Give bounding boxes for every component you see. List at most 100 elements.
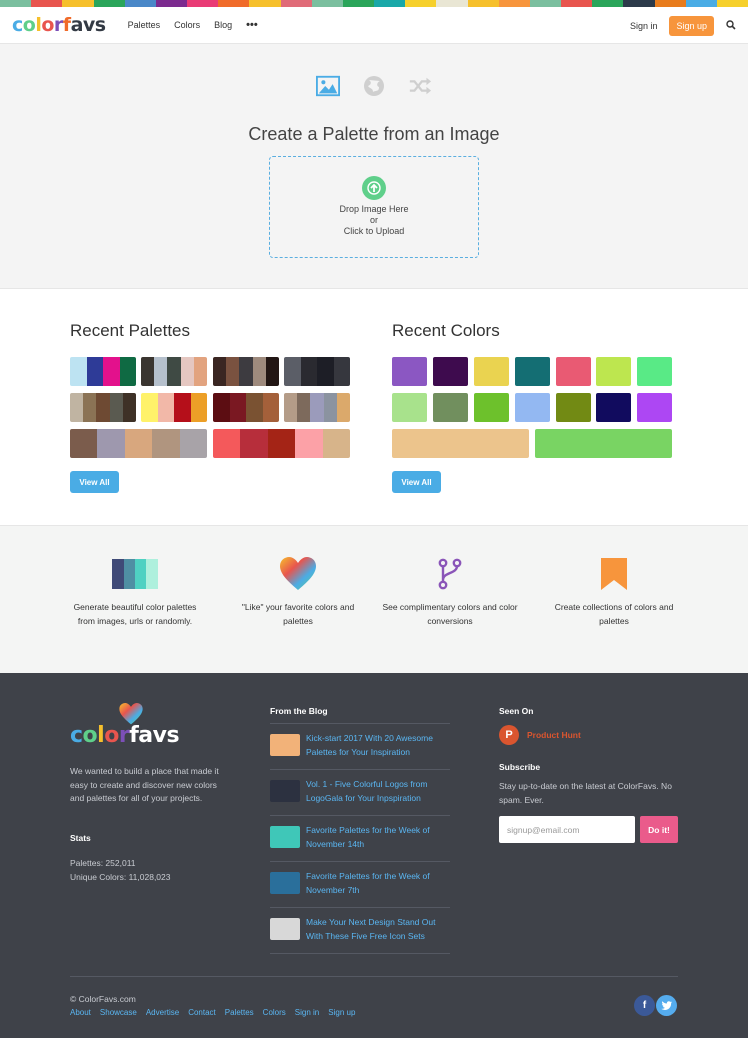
email-field[interactable]: signup@email.com bbox=[499, 816, 635, 843]
palette-swatch bbox=[336, 393, 350, 422]
color-swatch[interactable] bbox=[637, 357, 672, 386]
palette-swatch bbox=[122, 393, 136, 422]
blog-thumbnail bbox=[270, 826, 300, 848]
palette-card[interactable] bbox=[213, 357, 279, 386]
palette-card[interactable] bbox=[284, 357, 350, 386]
color-swatch[interactable] bbox=[433, 393, 468, 422]
image-dropzone[interactable]: Drop Image Here or Click to Upload bbox=[269, 156, 479, 258]
blog-divider bbox=[270, 723, 450, 724]
stripe-segment bbox=[342, 0, 375, 7]
footer-link-contact[interactable]: Contact bbox=[188, 1008, 216, 1017]
stripe-segment bbox=[93, 0, 125, 7]
blog-item[interactable]: Favorite Palettes for the Week of Novemb… bbox=[270, 816, 450, 862]
color-swatch[interactable] bbox=[515, 357, 550, 386]
view-all-palettes-button[interactable]: View All bbox=[70, 471, 119, 493]
color-swatch[interactable] bbox=[392, 429, 529, 458]
stripe-segment bbox=[685, 0, 717, 7]
feature-generate: Generate beautiful color palettes from i… bbox=[65, 557, 205, 628]
color-swatch[interactable] bbox=[515, 393, 550, 422]
sign-up-button[interactable]: Sign up bbox=[669, 15, 714, 36]
palette-swatch bbox=[193, 357, 207, 386]
palette-card[interactable] bbox=[141, 357, 207, 386]
footer-link-advertise[interactable]: Advertise bbox=[146, 1008, 179, 1017]
copyright: © ColorFavs.com bbox=[70, 994, 136, 1004]
logo-letter: s bbox=[166, 723, 180, 748]
logo-letter: v bbox=[152, 723, 167, 748]
logo-letter: f bbox=[129, 723, 139, 748]
stripe-segment bbox=[124, 0, 156, 7]
blog-item[interactable]: Make Your Next Design Stand Out With The… bbox=[270, 908, 450, 954]
blog-link[interactable]: Favorite Palettes for the Week of Novemb… bbox=[306, 823, 450, 851]
twitter-icon[interactable] bbox=[656, 995, 677, 1016]
palette-card[interactable] bbox=[141, 393, 207, 422]
footer-logo[interactable]: colorfavs bbox=[70, 703, 180, 748]
image-icon[interactable] bbox=[316, 74, 340, 98]
sign-in-link[interactable]: Sign in bbox=[630, 21, 658, 31]
source-tabs bbox=[0, 74, 748, 98]
facebook-icon[interactable]: f bbox=[634, 995, 655, 1016]
palette-card[interactable] bbox=[70, 429, 207, 458]
blog-item[interactable]: Vol. 1 - Five Colorful Logos from LogoGa… bbox=[270, 770, 450, 816]
stats-palettes: Palettes: 252,011 bbox=[70, 858, 136, 868]
blog-thumbnail bbox=[270, 780, 300, 802]
footer-link-signup[interactable]: Sign up bbox=[328, 1008, 355, 1017]
nav-colors[interactable]: Colors bbox=[174, 20, 200, 30]
palette-swatch bbox=[97, 429, 125, 458]
logo-letter: a bbox=[138, 723, 153, 748]
logo[interactable]: colorfavs bbox=[12, 14, 106, 36]
palette-swatch bbox=[284, 357, 301, 386]
palette-swatch bbox=[213, 357, 227, 386]
color-swatch[interactable] bbox=[392, 357, 427, 386]
shuffle-icon[interactable] bbox=[408, 74, 432, 98]
hero-section: Create a Palette from an Image Drop Imag… bbox=[0, 44, 748, 289]
view-all-colors-button[interactable]: View All bbox=[392, 471, 441, 493]
stripe-segment bbox=[498, 0, 530, 7]
logo-letter: a bbox=[70, 14, 84, 36]
nav-palettes[interactable]: Palettes bbox=[128, 20, 161, 30]
color-swatch[interactable] bbox=[392, 393, 427, 422]
color-swatch[interactable] bbox=[556, 393, 591, 422]
blog-link[interactable]: Make Your Next Design Stand Out With The… bbox=[306, 915, 450, 943]
footer-link-colors[interactable]: Colors bbox=[263, 1008, 286, 1017]
more-menu-icon[interactable]: ••• bbox=[246, 19, 258, 31]
product-hunt-link[interactable]: P Product Hunt bbox=[499, 725, 581, 745]
upload-arrow-icon bbox=[362, 176, 386, 200]
color-swatch[interactable] bbox=[596, 393, 631, 422]
globe-icon[interactable] bbox=[362, 74, 386, 98]
footer-link-signin[interactable]: Sign in bbox=[295, 1008, 319, 1017]
search-icon[interactable] bbox=[726, 19, 736, 32]
blog-item[interactable]: Kick-start 2017 With 20 Awesome Palettes… bbox=[270, 724, 450, 770]
color-swatch[interactable] bbox=[433, 357, 468, 386]
stripe-segment bbox=[187, 0, 219, 7]
stripe-segment bbox=[311, 0, 343, 7]
subscribe-title: Subscribe bbox=[499, 762, 541, 772]
logo-letter: c bbox=[70, 723, 83, 748]
palette-swatch bbox=[295, 429, 323, 458]
palette-card[interactable] bbox=[70, 393, 136, 422]
palette-card[interactable] bbox=[213, 393, 279, 422]
blog-link[interactable]: Vol. 1 - Five Colorful Logos from LogoGa… bbox=[306, 777, 450, 805]
color-swatch[interactable] bbox=[474, 357, 509, 386]
palette-card[interactable] bbox=[70, 357, 136, 386]
footer-link-palettes[interactable]: Palettes bbox=[225, 1008, 254, 1017]
palette-swatch bbox=[179, 429, 207, 458]
blog-link[interactable]: Favorite Palettes for the Week of Novemb… bbox=[306, 869, 450, 897]
nav-blog[interactable]: Blog bbox=[214, 20, 232, 30]
subscribe-button[interactable]: Do it! bbox=[640, 816, 678, 843]
blog-item[interactable]: Favorite Palettes for the Week of Novemb… bbox=[270, 862, 450, 908]
color-swatch[interactable] bbox=[596, 357, 631, 386]
palette-card[interactable] bbox=[213, 429, 350, 458]
recent-section: Recent Palettes Recent Colors View All V… bbox=[0, 289, 748, 526]
blog-link[interactable]: Kick-start 2017 With 20 Awesome Palettes… bbox=[306, 731, 450, 759]
color-swatch[interactable] bbox=[556, 357, 591, 386]
logo-letter: o bbox=[82, 723, 98, 748]
palette-swatch bbox=[310, 393, 324, 422]
color-swatch[interactable] bbox=[535, 429, 672, 458]
footer-link-showcase[interactable]: Showcase bbox=[100, 1008, 137, 1017]
color-swatch[interactable] bbox=[474, 393, 509, 422]
palette-card[interactable] bbox=[284, 393, 350, 422]
footer-link-about[interactable]: About bbox=[70, 1008, 91, 1017]
color-swatch[interactable] bbox=[637, 393, 672, 422]
palette-swatch bbox=[96, 393, 110, 422]
palette-swatch bbox=[70, 357, 87, 386]
